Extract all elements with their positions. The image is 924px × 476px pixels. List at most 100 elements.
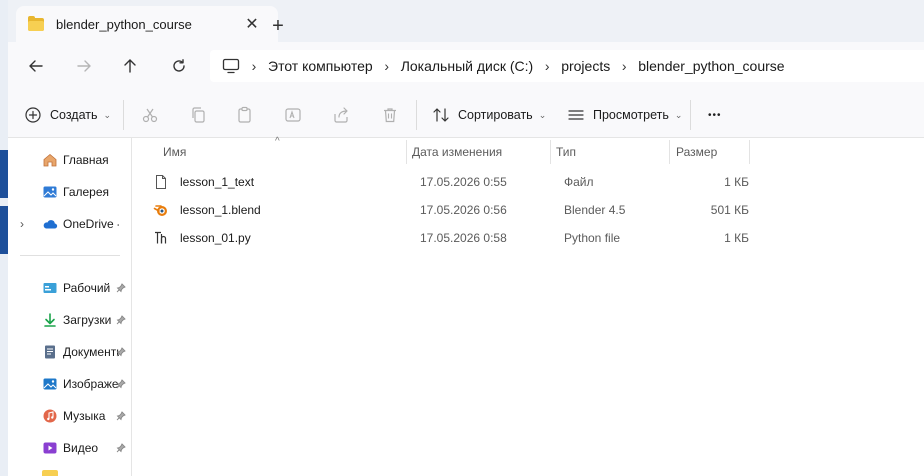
chevron-right-icon: › xyxy=(544,58,550,74)
tab-blender-python-course[interactable]: blender_python_course ✕ xyxy=(16,6,278,42)
file-type: Python file xyxy=(564,231,621,245)
pin-icon xyxy=(116,379,126,389)
chevron-right-icon[interactable]: › xyxy=(20,217,30,231)
folder-icon xyxy=(28,15,44,31)
back-button[interactable] xyxy=(20,52,52,80)
column-divider[interactable] xyxy=(550,140,551,164)
documents-icon xyxy=(45,345,55,359)
rename-button[interactable] xyxy=(284,102,302,128)
refresh-button[interactable] xyxy=(163,52,195,80)
arrow-left-icon xyxy=(29,60,43,72)
command-bar: Создать ⌄ Сортировать ⌄ Просмотреть ⌄ ••… xyxy=(8,90,924,138)
chevron-right-icon: › xyxy=(384,58,390,74)
desktop-edge-accent xyxy=(0,206,8,254)
file-name: lesson_1_text xyxy=(180,175,255,189)
music-icon xyxy=(43,409,57,423)
sidebar-item-documents[interactable]: Документы xyxy=(8,338,131,366)
sidebar-item-label: Изображения xyxy=(63,377,119,391)
sidebar-item-downloads[interactable]: Загрузки xyxy=(8,306,131,334)
chevron-right-icon: › xyxy=(251,58,257,74)
sidebar-item-pictures[interactable]: Изображения xyxy=(8,370,131,398)
up-button[interactable] xyxy=(114,52,146,80)
copy-button[interactable] xyxy=(189,102,207,128)
file-list: ^ Имя Дата изменения Тип Размер lesson_1… xyxy=(133,136,924,476)
file-date: 17.05.2026 0:56 xyxy=(420,203,507,217)
breadcrumb-projects[interactable]: projects xyxy=(561,58,610,74)
sidebar-item-desktop[interactable]: Рабочий xyxy=(8,274,131,302)
breadcrumb-this-pc[interactable]: Этот компьютер xyxy=(268,58,373,74)
copy-icon xyxy=(192,107,205,123)
file-date: 17.05.2026 0:55 xyxy=(420,175,507,189)
home-icon xyxy=(43,153,57,167)
column-header-size[interactable]: Размер xyxy=(676,140,746,164)
sort-label: Сортировать xyxy=(458,108,533,122)
file-size: 501 КБ xyxy=(710,203,749,217)
pin-icon xyxy=(116,443,126,453)
refresh-icon xyxy=(173,59,185,72)
create-button[interactable]: Создать ⌄ xyxy=(24,102,111,128)
sidebar-item-home[interactable]: Главная xyxy=(8,146,131,174)
file-name: lesson_1.blend xyxy=(180,203,261,217)
table-row[interactable]: lesson_1_text 17.05.2026 0:55 Файл 1 КБ xyxy=(133,168,924,196)
create-label: Создать xyxy=(50,108,98,122)
desktop-edge-accent xyxy=(0,150,8,198)
rename-icon xyxy=(285,108,301,122)
cut-button[interactable] xyxy=(141,102,159,128)
sidebar-item-label: Музыка xyxy=(63,409,106,423)
scissors-icon xyxy=(142,108,158,123)
file-type: Файл xyxy=(564,175,594,189)
column-header-label: Дата изменения xyxy=(412,145,503,159)
column-header-name[interactable]: Имя xyxy=(163,140,403,164)
file-type: Blender 4.5 xyxy=(564,203,626,217)
sidebar-item-label: Видео xyxy=(63,441,99,455)
sidebar-item-label: Загрузки xyxy=(63,313,112,327)
plus-circle-icon xyxy=(25,107,41,123)
column-divider[interactable] xyxy=(406,140,407,164)
more-icon: ••• xyxy=(708,109,722,121)
sidebar-item-gallery[interactable]: Галерея xyxy=(8,178,131,206)
share-button[interactable] xyxy=(332,102,350,128)
new-tab-button[interactable]: + xyxy=(264,13,292,39)
toolbar-divider xyxy=(690,100,691,130)
share-icon xyxy=(334,107,348,123)
table-row[interactable]: lesson_1.blend 17.05.2026 0:56 Blender 4… xyxy=(133,196,924,224)
python-file-icon xyxy=(155,231,167,244)
address-bar[interactable]: › Этот компьютер › Локальный диск (C:) ›… xyxy=(210,50,924,82)
column-divider[interactable] xyxy=(669,140,670,164)
pin-icon xyxy=(116,283,126,293)
paste-button[interactable] xyxy=(236,102,254,128)
column-header-label: Имя xyxy=(163,145,187,159)
tab-title: blender_python_course xyxy=(56,16,192,32)
chevron-down-icon: ⌄ xyxy=(103,109,112,120)
sidebar-divider xyxy=(20,255,120,256)
download-icon xyxy=(44,313,56,327)
close-icon: ✕ xyxy=(245,16,259,33)
forward-button[interactable] xyxy=(68,52,100,80)
desktop-icon xyxy=(43,283,57,293)
sidebar-item-label: Рабочий xyxy=(63,281,111,295)
breadcrumb-local-disk[interactable]: Локальный диск (C:) xyxy=(401,58,534,74)
sidebar-item-music[interactable]: Музыка xyxy=(8,402,131,430)
plus-icon: + xyxy=(272,14,284,37)
table-row[interactable]: lesson_01.py 17.05.2026 0:58 Python file… xyxy=(133,224,924,252)
chevron-down-icon: ⌄ xyxy=(674,109,683,120)
view-button[interactable]: Просмотреть ⌄ xyxy=(567,102,682,128)
sort-button[interactable]: Сортировать ⌄ xyxy=(432,102,546,128)
sidebar-item-onedrive[interactable]: › OneDrive - P xyxy=(8,210,131,238)
more-options-button[interactable]: ••• xyxy=(708,102,722,128)
arrow-up-icon xyxy=(124,59,136,73)
breadcrumb-current-folder[interactable]: blender_python_course xyxy=(638,58,784,74)
close-tab-button[interactable]: ✕ xyxy=(240,12,264,36)
column-divider[interactable] xyxy=(749,140,750,164)
column-header-date[interactable]: Дата изменения xyxy=(412,140,552,164)
pin-icon xyxy=(116,315,126,325)
sidebar-item-video[interactable]: Видео xyxy=(8,434,131,462)
folder-icon xyxy=(42,470,58,476)
navigation-bar: › Этот компьютер › Локальный диск (C:) ›… xyxy=(8,42,924,90)
delete-button[interactable] xyxy=(381,102,399,128)
sidebar-item-label: Главная xyxy=(63,153,109,167)
computer-icon xyxy=(222,58,240,74)
pin-icon xyxy=(116,347,126,357)
column-header-type[interactable]: Тип xyxy=(556,140,666,164)
navigation-pane: Главная Галерея › OneDrive - P Рабочий З… xyxy=(8,138,132,476)
